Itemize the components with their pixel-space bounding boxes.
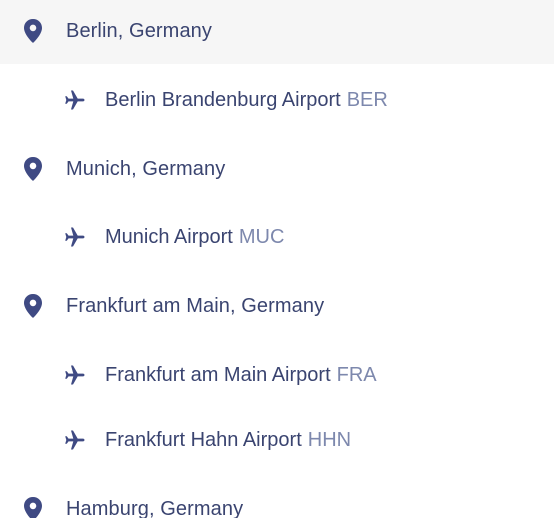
airport-option-hhn[interactable]: Frankfurt Hahn Airport HHN <box>0 407 554 473</box>
airplane-icon <box>62 362 88 388</box>
city-option-hamburg[interactable]: Hamburg, Germany <box>0 476 554 518</box>
airport-name: Munich Airport <box>105 225 233 248</box>
map-pin-icon <box>20 18 46 44</box>
city-option-berlin[interactable]: Berlin, Germany <box>0 0 554 64</box>
airport-code: HHN <box>307 428 352 451</box>
airport-option-muc[interactable]: Munich Airport MUC <box>0 204 554 270</box>
airport-code: MUC <box>238 225 285 248</box>
map-pin-icon <box>20 496 46 518</box>
airport-option-fra[interactable]: Frankfurt am Main Airport FRA <box>0 342 554 408</box>
airport-code: FRA <box>336 363 377 386</box>
city-name: Berlin, Germany <box>66 19 212 42</box>
airport-name: Berlin Brandenburg Airport <box>105 88 341 111</box>
map-pin-icon <box>20 156 46 182</box>
airport-code: BER <box>346 88 388 111</box>
city-name: Munich, Germany <box>66 157 226 180</box>
airplane-icon <box>62 427 88 453</box>
city-name: Frankfurt am Main, Germany <box>66 294 325 317</box>
airplane-icon <box>62 87 88 113</box>
location-suggestions-list: Berlin, Germany Berlin Brandenburg Airpo… <box>0 0 554 518</box>
airport-option-ber[interactable]: Berlin Brandenburg Airport BER <box>0 67 554 133</box>
airport-name: Frankfurt am Main Airport <box>105 363 331 386</box>
city-name: Hamburg, Germany <box>66 497 244 518</box>
city-option-frankfurt[interactable]: Frankfurt am Main, Germany <box>0 273 554 339</box>
city-option-munich[interactable]: Munich, Germany <box>0 136 554 202</box>
airport-name: Frankfurt Hahn Airport <box>105 428 302 451</box>
map-pin-icon <box>20 293 46 319</box>
airplane-icon <box>62 224 88 250</box>
